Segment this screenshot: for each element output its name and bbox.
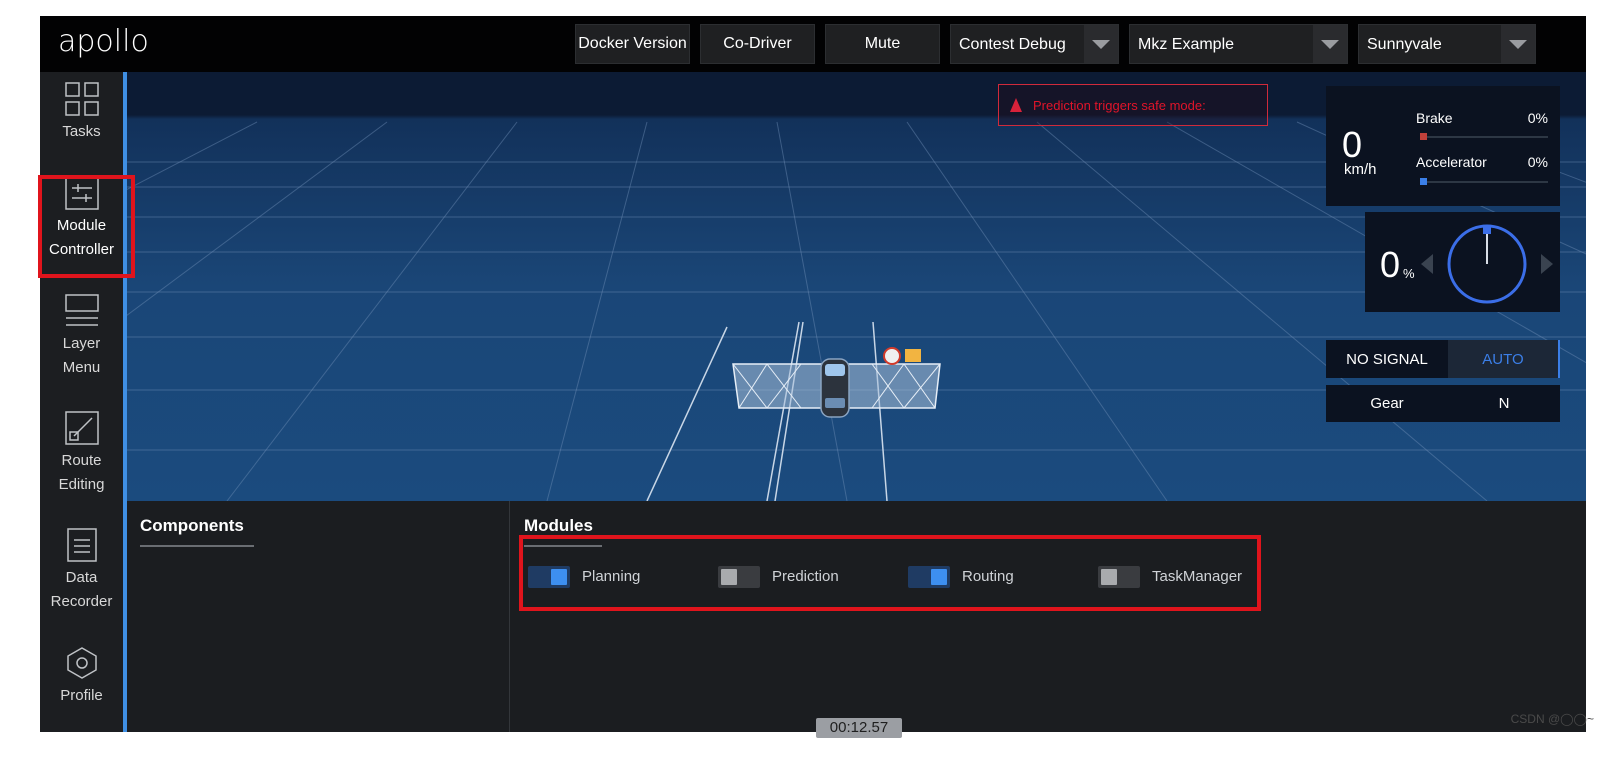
components-panel: Components <box>127 501 510 732</box>
warning-sign-icon <box>905 349 921 362</box>
mute-button[interactable]: Mute <box>825 24 940 64</box>
steering-panel: 0 % <box>1365 212 1560 312</box>
accelerator-value: 0% <box>1527 154 1548 170</box>
co-driver-button[interactable]: Co-Driver <box>700 24 815 64</box>
speed-panel: 0 km/h Brake 0% Accelerator 0% <box>1326 86 1560 206</box>
sidebar-item-label-2: Editing <box>58 476 105 493</box>
watermark: CSDN @◯◯~ <box>1510 712 1594 726</box>
chevron-down-icon[interactable] <box>1084 25 1118 63</box>
3d-scene-view[interactable]: Prediction triggers safe mode: 0 km/h Br… <box>127 72 1586 501</box>
chevron-down-icon[interactable] <box>1313 25 1347 63</box>
warning-icon <box>1010 98 1022 112</box>
apollo-dreamview: apollo Docker Version Co-Driver Mute Con… <box>40 16 1586 732</box>
hexagon-icon <box>66 647 97 679</box>
components-underline <box>140 545 254 547</box>
stop-sign-icon <box>883 347 901 365</box>
sidebar-item-label: Data <box>65 569 98 586</box>
driving-mode: AUTO <box>1448 340 1560 378</box>
video-timer: 00:12.57 <box>816 718 902 738</box>
components-title: Components <box>140 516 244 535</box>
modules-title: Modules <box>524 516 593 535</box>
grid-icon <box>64 82 99 116</box>
brake-label: Brake <box>1416 110 1453 126</box>
brake-bar <box>1420 133 1548 140</box>
accelerator-bar <box>1420 178 1548 185</box>
docker-version-button[interactable]: Docker Version <box>575 24 690 64</box>
menu-icon <box>64 294 99 326</box>
ego-vehicle <box>820 358 850 418</box>
vehicle-select-value: Mkz Example <box>1138 36 1235 53</box>
accelerator-label: Accelerator <box>1416 154 1487 170</box>
sidebar-item-label-2: Menu <box>62 359 101 376</box>
map-select[interactable]: Sunnyvale <box>1358 24 1536 64</box>
sidebar-item-label: Layer <box>62 335 101 352</box>
sidebar-item-label: Tasks <box>62 123 101 140</box>
steering-wheel-icon <box>1421 224 1553 304</box>
sidebar-item-layer-menu[interactable]: Layer Menu <box>40 294 123 380</box>
safe-mode-alert-text: Prediction triggers safe mode: <box>1033 98 1206 113</box>
steering-unit: % <box>1403 266 1415 281</box>
safe-mode-alert: Prediction triggers safe mode: <box>998 84 1268 126</box>
gear-label: Gear <box>1370 395 1404 412</box>
speed-unit: km/h <box>1344 161 1377 178</box>
sidebar-item-tasks[interactable]: Tasks <box>40 82 123 144</box>
chevron-down-icon[interactable] <box>1501 25 1535 63</box>
document-icon <box>66 528 97 562</box>
sidebar-item-data-recorder[interactable]: Data Recorder <box>40 528 123 614</box>
signal-mode-panel: NO SIGNAL AUTO <box>1326 340 1560 378</box>
mode-select-value: Contest Debug <box>959 36 1066 53</box>
sidebar-item-profile[interactable]: Profile <box>40 646 123 708</box>
vehicle-select[interactable]: Mkz Example <box>1129 24 1348 64</box>
highlight-module-controller <box>38 175 135 278</box>
sidebar-item-label: Profile <box>60 687 103 704</box>
gear-panel: Gear N <box>1326 385 1560 422</box>
map-select-value: Sunnyvale <box>1367 36 1442 53</box>
brake-bar-fill <box>1420 133 1427 140</box>
sidebar-item-label-2: Recorder <box>50 593 113 610</box>
accelerator-bar-fill <box>1420 178 1427 185</box>
sidebar-item-route-editing[interactable]: Route Editing <box>40 411 123 497</box>
mode-select[interactable]: Contest Debug <box>950 24 1119 64</box>
speed-value: 0 <box>1342 124 1363 165</box>
signal-status: NO SIGNAL <box>1346 350 1428 368</box>
route-icon <box>64 411 99 445</box>
sidebar: Tasks Module Controller Layer Menu Route… <box>40 72 127 732</box>
gear-value: N <box>1498 395 1510 412</box>
sidebar-item-label: Route <box>61 452 102 469</box>
apollo-logo: apollo <box>58 24 149 59</box>
highlight-modules <box>519 535 1261 611</box>
top-bar: apollo Docker Version Co-Driver Mute Con… <box>40 16 1586 72</box>
brake-value: 0% <box>1527 110 1548 126</box>
steering-value: 0 <box>1380 244 1401 285</box>
